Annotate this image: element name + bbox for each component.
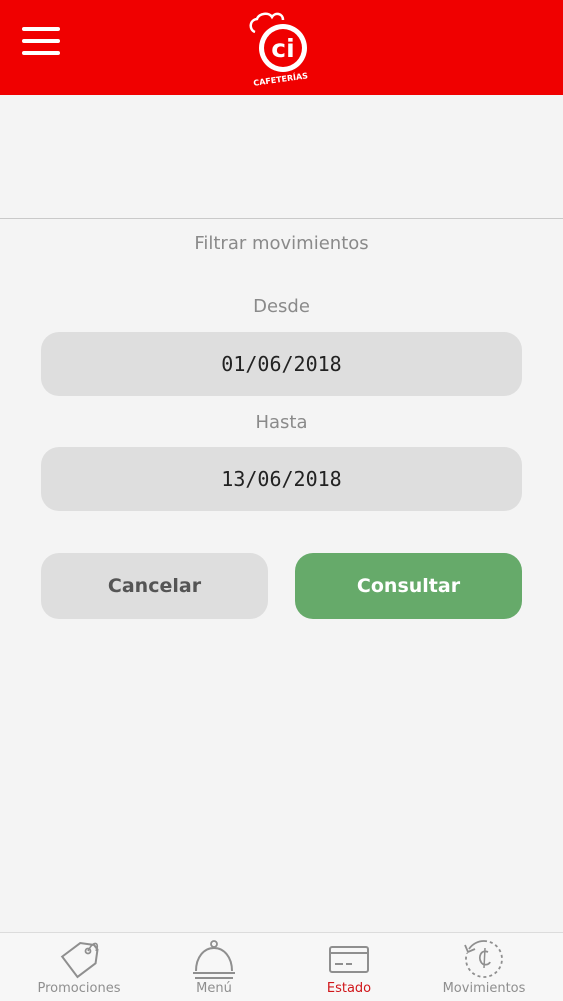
cancel-button[interactable]: Cancelar [41, 553, 268, 619]
filter-title: Filtrar movimientos [194, 233, 369, 254]
from-label: Desde [253, 296, 310, 317]
menu-bar-icon [22, 27, 60, 31]
divider [0, 218, 563, 219]
summary-area [0, 95, 563, 218]
to-date-field[interactable]: 13/06/2018 [41, 447, 522, 511]
consult-button[interactable]: Consultar [295, 553, 522, 619]
from-date-field[interactable]: 01/06/2018 [41, 332, 522, 396]
nav-label: Promociones [37, 981, 121, 996]
nav-item-promociones[interactable]: Promociones [9, 933, 149, 1001]
nav-item-menu[interactable]: Menú [144, 933, 284, 1001]
cloche-icon [193, 940, 235, 979]
brand-logo: ci CAFETERÍAS [245, 10, 317, 88]
nav-item-movimientos[interactable]: Movimientos [414, 933, 554, 1001]
nav-item-estado[interactable]: Estado [279, 933, 419, 1001]
menu-bar-icon [22, 51, 60, 55]
credit-card-icon [329, 946, 369, 973]
hamburger-menu-button[interactable] [22, 27, 60, 55]
history-icon [464, 940, 503, 978]
nav-label: Estado [326, 981, 372, 996]
tag-icon [60, 941, 99, 979]
svg-text:ci: ci [271, 34, 294, 63]
app-header: ci CAFETERÍAS [0, 0, 563, 95]
menu-bar-icon [22, 39, 60, 43]
to-label: Hasta [255, 412, 308, 433]
nav-label: Movimientos [442, 981, 526, 996]
bottom-nav: Promociones Menú Estado Movimientos [0, 932, 563, 1001]
nav-label: Menú [196, 981, 232, 996]
